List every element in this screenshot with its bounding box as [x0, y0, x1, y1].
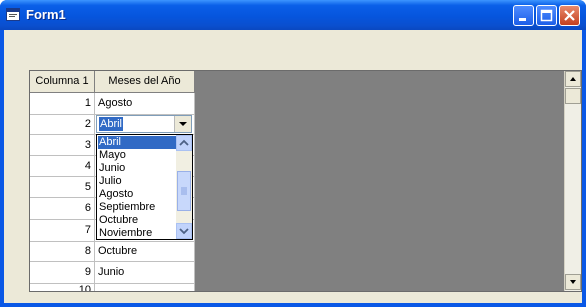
- grid-scroll-up-button[interactable]: [565, 71, 581, 87]
- row-number-cell[interactable]: 3: [30, 135, 95, 156]
- row-number-cell[interactable]: 10: [30, 284, 95, 291]
- arrow-down-icon: [570, 280, 576, 284]
- minimize-icon: [519, 18, 526, 21]
- dropdown-option[interactable]: Agosto: [98, 188, 178, 201]
- dropdown-scroll-thumb[interactable]: [177, 171, 191, 211]
- title-bar[interactable]: Form1: [0, 0, 586, 30]
- form-window: Form1 Columna 1 Meses del Año 1 Agosto 2…: [0, 0, 586, 307]
- arrow-up-icon: [570, 77, 576, 81]
- chevron-down-icon: [179, 122, 187, 126]
- month-combo-value[interactable]: Abril: [99, 117, 124, 131]
- month-cell[interactable]: [95, 284, 195, 291]
- month-cell[interactable]: Octubre: [95, 242, 195, 262]
- month-cell[interactable]: Agosto: [95, 93, 195, 115]
- column-header-2[interactable]: Meses del Año: [95, 71, 195, 93]
- window-title: Form1: [26, 7, 66, 22]
- dropdown-option[interactable]: Abril: [98, 136, 178, 149]
- close-button[interactable]: [559, 5, 580, 26]
- dropdown-scroll-down-button[interactable]: [176, 223, 192, 239]
- column-header-1[interactable]: Columna 1: [30, 71, 95, 93]
- close-icon: [564, 10, 575, 21]
- maximize-button[interactable]: [536, 5, 557, 26]
- row-number-cell[interactable]: 6: [30, 198, 95, 220]
- dropdown-option[interactable]: Julio: [98, 175, 178, 188]
- table-row[interactable]: 9 Junio: [30, 262, 195, 284]
- grip-icon: [181, 187, 187, 195]
- table-row[interactable]: 10: [30, 284, 195, 291]
- row-number-cell[interactable]: 9: [30, 262, 95, 284]
- chevron-down-icon: [179, 228, 189, 235]
- dropdown-scrollbar[interactable]: [176, 135, 192, 239]
- form-icon[interactable]: [6, 8, 20, 21]
- grid-scroll-thumb[interactable]: [565, 88, 581, 104]
- dropdown-scroll-up-button[interactable]: [176, 135, 192, 151]
- row-number-cell[interactable]: 2: [30, 115, 95, 135]
- grid-vertical-scrollbar[interactable]: [564, 71, 581, 291]
- dropdown-option[interactable]: Junio: [98, 162, 178, 175]
- minimize-button[interactable]: [513, 5, 534, 26]
- dropdown-option[interactable]: Noviembre: [98, 227, 178, 239]
- dropdown-option[interactable]: Septiembre: [98, 201, 178, 214]
- month-dropdown-list[interactable]: Abril Mayo Junio Julio Agosto Septiembre…: [96, 134, 193, 240]
- row-number-cell[interactable]: 8: [30, 242, 95, 262]
- row-number-cell[interactable]: 7: [30, 220, 95, 242]
- month-combo[interactable]: Abril: [96, 115, 192, 133]
- flexgrid[interactable]: Columna 1 Meses del Año 1 Agosto 2 3 4 5: [29, 70, 582, 292]
- row-number-cell[interactable]: 4: [30, 156, 95, 177]
- month-cell[interactable]: Junio: [95, 262, 195, 284]
- row-number-cell[interactable]: 1: [30, 93, 95, 115]
- maximize-icon: [540, 9, 553, 22]
- row-number-cell[interactable]: 5: [30, 177, 95, 198]
- combo-dropdown-button[interactable]: [174, 116, 191, 132]
- grid-scroll-down-button[interactable]: [565, 274, 581, 290]
- table-row[interactable]: 1 Agosto: [30, 93, 195, 115]
- chevron-up-icon: [179, 139, 189, 146]
- dropdown-option[interactable]: Octubre: [98, 214, 178, 227]
- dropdown-option[interactable]: Mayo: [98, 149, 178, 162]
- form-client-area: Columna 1 Meses del Año 1 Agosto 2 3 4 5: [4, 30, 582, 303]
- table-row[interactable]: 8 Octubre: [30, 242, 195, 262]
